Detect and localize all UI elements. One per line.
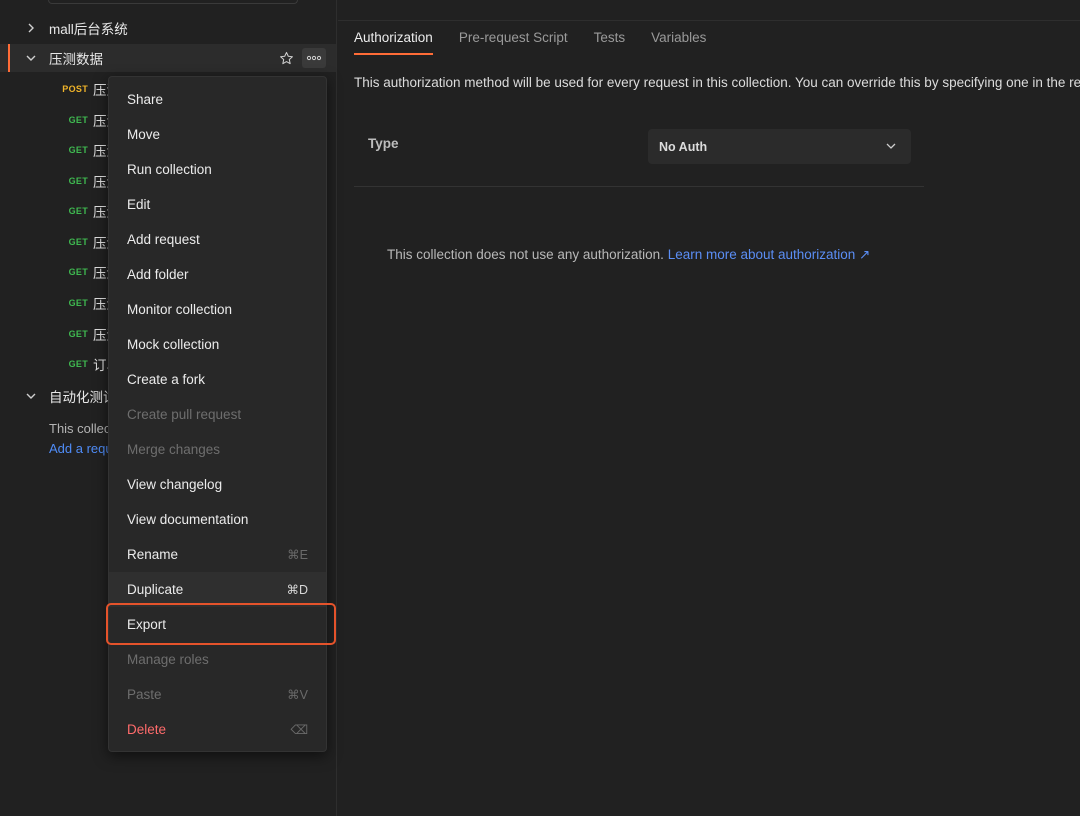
shortcut-hint: ⌘V — [287, 688, 308, 702]
method-badge: GET — [68, 267, 88, 277]
more-options-icon[interactable] — [302, 48, 326, 68]
collection-row-load-test[interactable]: 压测数据 — [0, 44, 336, 72]
no-auth-message: This collection does not use any authori… — [387, 247, 870, 263]
menu-item-mock-collection[interactable]: Mock collection — [109, 327, 326, 362]
menu-item-delete[interactable]: Delete ⌫ — [109, 712, 326, 747]
collection-row-mall[interactable]: mall后台系统 — [0, 14, 336, 42]
method-badge: GET — [68, 359, 88, 369]
menu-item-share[interactable]: Share — [109, 82, 326, 117]
menu-item-add-request[interactable]: Add request — [109, 222, 326, 257]
menu-item-duplicate[interactable]: Duplicate ⌘D — [109, 572, 326, 607]
menu-item-paste[interactable]: Paste ⌘V — [109, 677, 326, 712]
collection-row-actions — [276, 48, 326, 68]
menu-item-rename[interactable]: Rename ⌘E — [109, 537, 326, 572]
chevron-down-icon — [885, 140, 897, 152]
menu-item-create-fork[interactable]: Create a fork — [109, 362, 326, 397]
menu-item-run-collection[interactable]: Run collection — [109, 152, 326, 187]
method-badge: GET — [68, 206, 88, 216]
shortcut-hint: ⌘E — [287, 548, 308, 562]
menu-item-create-pull-request[interactable]: Create pull request — [109, 397, 326, 432]
collection-name: mall后台系统 — [49, 22, 128, 37]
menu-item-add-folder[interactable]: Add folder — [109, 257, 326, 292]
method-badge: GET — [68, 145, 88, 155]
tab-tests[interactable]: Tests — [594, 30, 626, 53]
menu-item-move[interactable]: Move — [109, 117, 326, 152]
main-topbar — [338, 0, 1080, 21]
menu-item-monitor-collection[interactable]: Monitor collection — [109, 292, 326, 327]
backspace-icon: ⌫ — [290, 723, 308, 737]
tab-pre-request-script[interactable]: Pre-request Script — [459, 30, 568, 53]
export-highlight-annotation — [106, 603, 336, 645]
chevron-right-icon[interactable] — [24, 21, 38, 35]
tab-authorization[interactable]: Authorization — [354, 30, 433, 55]
method-badge: GET — [68, 115, 88, 125]
menu-item-edit[interactable]: Edit — [109, 187, 326, 222]
menu-item-manage-roles[interactable]: Manage roles — [109, 642, 326, 677]
shortcut-hint: ⌘D — [286, 583, 308, 597]
method-badge: GET — [68, 329, 88, 339]
sidebar-search-box-edge[interactable] — [48, 0, 298, 4]
auth-type-value: No Auth — [659, 139, 708, 154]
chevron-down-icon[interactable] — [24, 389, 38, 403]
auth-type-select[interactable]: No Auth — [648, 129, 911, 164]
no-auth-text: This collection does not use any authori… — [387, 247, 664, 262]
method-badge: POST — [62, 84, 88, 94]
authorization-description: This authorization method will be used f… — [354, 75, 1080, 90]
main-panel: Authorization Pre-request Script Tests V… — [338, 0, 1080, 816]
menu-item-view-changelog[interactable]: View changelog — [109, 467, 326, 502]
method-badge: GET — [68, 298, 88, 308]
star-icon[interactable] — [276, 48, 296, 68]
collection-name: 自动化测试 — [49, 390, 117, 405]
method-badge: GET — [68, 237, 88, 247]
type-label: Type — [368, 136, 399, 151]
divider — [354, 186, 924, 187]
menu-item-merge-changes[interactable]: Merge changes — [109, 432, 326, 467]
method-badge: GET — [68, 176, 88, 186]
chevron-down-icon[interactable] — [24, 51, 38, 65]
tab-bar: Authorization Pre-request Script Tests V… — [354, 30, 706, 55]
tab-variables[interactable]: Variables — [651, 30, 706, 53]
learn-more-link[interactable]: Learn more about authorization ↗ — [668, 247, 871, 262]
collection-context-menu: Share Move Run collection Edit Add reque… — [108, 76, 327, 752]
collection-name: 压测数据 — [49, 52, 103, 67]
menu-item-view-documentation[interactable]: View documentation — [109, 502, 326, 537]
